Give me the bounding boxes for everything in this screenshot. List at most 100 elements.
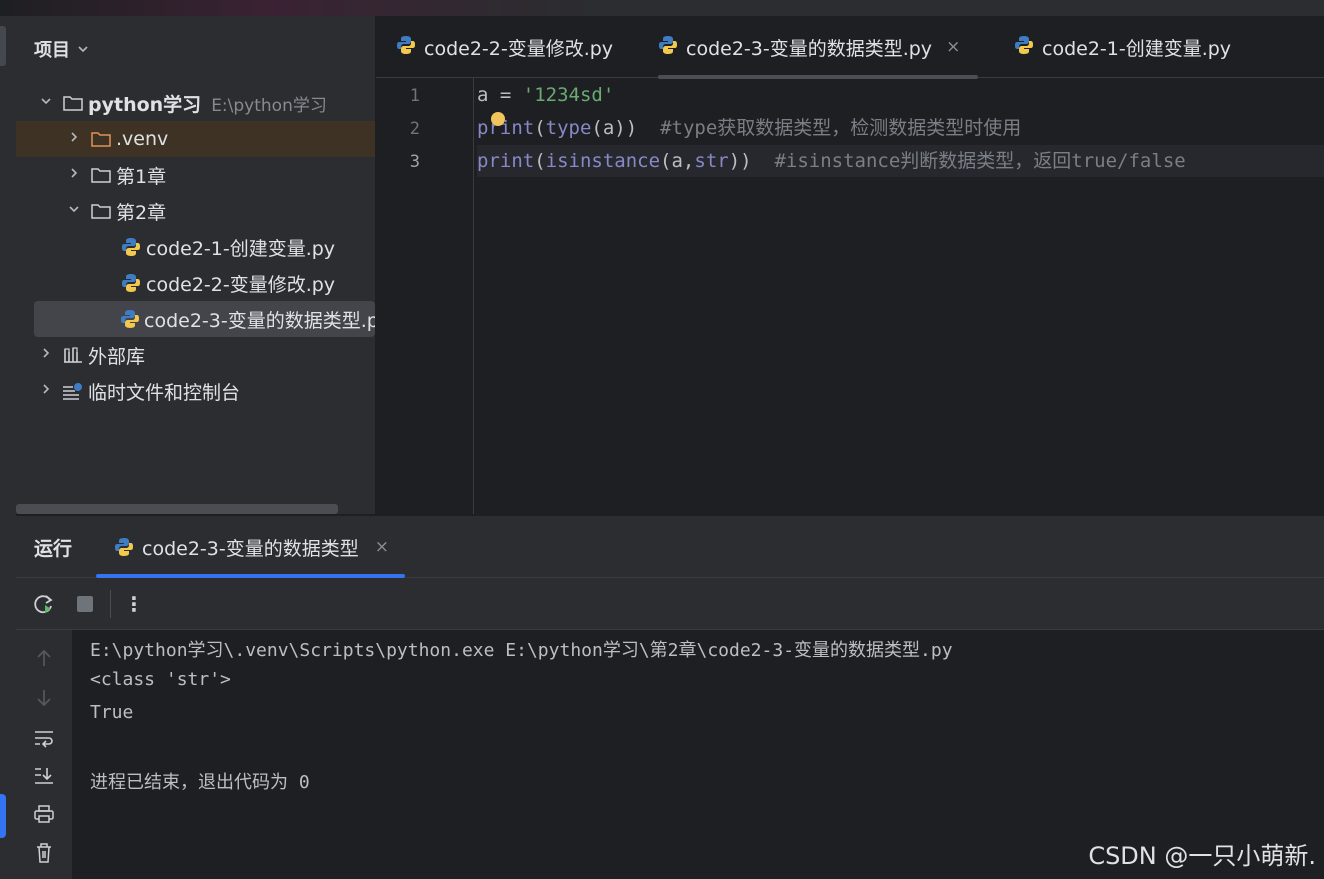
close-icon[interactable]: ×	[946, 37, 960, 57]
soft-wrap-icon[interactable]	[32, 726, 56, 750]
run-tab-label: code2-3-变量的数据类型	[142, 537, 359, 560]
python-file-icon	[658, 35, 678, 60]
tree-item-file-code2-2[interactable]: code2-2-变量修改.py	[16, 265, 375, 301]
tree-item-venv[interactable]: .venv	[16, 121, 375, 157]
tab-code2-2[interactable]: code2-2-变量修改.py	[396, 16, 613, 78]
print-icon[interactable]	[32, 802, 56, 826]
folder-icon	[62, 94, 84, 112]
tree-item-file-code2-3[interactable]: code2-3-变量的数据类型.py	[34, 301, 375, 337]
python-file-icon	[114, 537, 134, 557]
console-line: 进程已结束，退出代码为 0	[90, 772, 310, 793]
python-file-icon	[1014, 35, 1034, 60]
code-comment: #type获取数据类型，检测数据类型时使用	[637, 117, 1022, 139]
trash-icon[interactable]	[32, 841, 56, 865]
code-line-2[interactable]: print(type(a)) #type获取数据类型，检测数据类型时使用	[477, 112, 1324, 144]
project-tool-indicator[interactable]	[0, 26, 6, 66]
chevron-right-icon[interactable]	[66, 130, 82, 148]
code-builtin: print	[477, 117, 535, 139]
toolbar-divider	[110, 590, 111, 618]
editor-tab-bar: code2-2-变量修改.py code2-3-变量的数据类型.py × cod…	[376, 16, 1324, 79]
code-token: (	[534, 150, 546, 172]
tree-item-chapter-2[interactable]: 第2章	[16, 193, 375, 229]
code-builtin: type	[545, 117, 592, 139]
lightbulb-icon[interactable]	[491, 112, 505, 126]
arrow-up-icon[interactable]	[32, 646, 56, 670]
tree-item-external-libraries[interactable]: 外部库	[16, 337, 375, 373]
python-file-icon	[396, 35, 416, 60]
python-file-icon	[120, 310, 140, 328]
close-icon[interactable]: ×	[375, 537, 389, 557]
editor-area: code2-2-变量修改.py code2-3-变量的数据类型.py × cod…	[376, 16, 1324, 514]
console-line: <class 'str'>	[90, 669, 231, 690]
chevron-down-icon[interactable]	[38, 94, 54, 112]
tree-item-scratches[interactable]: 临时文件和控制台	[16, 373, 375, 409]
chevron-right-icon[interactable]	[66, 166, 82, 184]
tab-code2-1[interactable]: code2-1-创建变量.py	[1014, 16, 1231, 78]
console-output[interactable]: E:\python学习\.venv\Scripts\python.exe E:\…	[72, 630, 1324, 879]
run-toolbar: ⋮	[16, 578, 1324, 630]
code-comment: #isinstance判断数据类型，返回true/false	[751, 150, 1186, 172]
tool-window-strip	[0, 16, 16, 879]
rerun-icon[interactable]	[32, 592, 56, 616]
tree-item-label: 第2章	[116, 201, 167, 224]
folder-icon	[90, 130, 112, 148]
run-tool-indicator[interactable]	[0, 794, 6, 838]
console-line: True	[90, 702, 134, 723]
console-side-toolbar	[16, 630, 72, 879]
code-token: (	[534, 117, 546, 139]
line-number: 2	[409, 119, 420, 139]
tab-label: code2-3-变量的数据类型.py	[686, 37, 933, 60]
tab-label: code2-1-创建变量.py	[1042, 37, 1232, 60]
tree-item-path-hint: E:\python学习	[211, 95, 327, 116]
chevron-down-icon[interactable]	[76, 42, 90, 56]
code-builtin: print	[477, 150, 535, 172]
tree-item-file-code2-1[interactable]: code2-1-创建变量.py	[16, 229, 375, 265]
run-tab-bar: 运行 code2-3-变量的数据类型 ×	[16, 516, 1324, 578]
run-panel: 运行 code2-3-变量的数据类型 × ⋮ E:\python学习\.venv…	[16, 516, 1324, 879]
python-file-icon	[120, 274, 142, 292]
code-token: (a,	[660, 150, 695, 172]
tree-item-label: python学习	[88, 93, 202, 116]
code-token: ))	[728, 150, 752, 172]
stop-icon[interactable]	[73, 592, 97, 616]
code-line-1[interactable]: a = '1234sd'	[477, 79, 1324, 111]
arrow-down-icon[interactable]	[32, 686, 56, 710]
project-panel: 项目 python学习 E:\python学习 .venv 第1章 第2章 co…	[16, 16, 375, 514]
window-top-strip	[0, 0, 1324, 16]
line-number: 1	[409, 86, 420, 106]
chevron-right-icon[interactable]	[38, 382, 54, 400]
project-panel-header[interactable]: 项目	[34, 36, 90, 62]
code-builtin: str	[694, 150, 729, 172]
line-number-gutter: 1 2 3	[376, 78, 474, 514]
line-number: 3	[409, 152, 420, 172]
library-icon	[62, 346, 84, 364]
scroll-to-end-icon[interactable]	[32, 764, 56, 788]
python-file-icon	[120, 238, 142, 256]
chevron-right-icon[interactable]	[38, 346, 54, 364]
code-string: '1234sd'	[522, 84, 615, 106]
project-panel-title: 项目	[34, 40, 70, 61]
code-token: a =	[477, 84, 523, 106]
console-line: E:\python学习\.venv\Scripts\python.exe E:\…	[90, 640, 953, 661]
tree-item-label: 临时文件和控制台	[88, 381, 241, 404]
tree-item-label: 第1章	[116, 165, 167, 188]
run-tab[interactable]: code2-3-变量的数据类型 ×	[96, 516, 405, 578]
folder-icon	[90, 166, 112, 184]
scratches-icon	[62, 382, 84, 400]
tree-item-label: code2-3-变量的数据类型.py	[144, 309, 375, 332]
tree-item-label: code2-1-创建变量.py	[146, 237, 336, 260]
chevron-down-icon[interactable]	[66, 202, 82, 220]
tree-item-chapter-1[interactable]: 第1章	[16, 157, 375, 193]
tree-item-label: .venv	[116, 128, 169, 150]
watermark: CSDN @一只小萌新.	[1088, 842, 1316, 870]
tab-code2-3[interactable]: code2-3-变量的数据类型.py ×	[658, 16, 979, 79]
code-builtin: isinstance	[545, 150, 661, 172]
code-line-3[interactable]: print(isinstance(a,str)) #isinstance判断数据…	[477, 145, 1324, 177]
tab-label: code2-2-变量修改.py	[424, 37, 614, 60]
horizontal-scrollbar[interactable]	[16, 504, 338, 514]
tree-item-root[interactable]: python学习 E:\python学习	[16, 85, 375, 121]
folder-icon	[90, 202, 112, 220]
more-options-icon[interactable]: ⋮	[122, 592, 146, 616]
run-panel-title: 运行	[34, 538, 73, 560]
tree-item-label: 外部库	[88, 345, 146, 368]
